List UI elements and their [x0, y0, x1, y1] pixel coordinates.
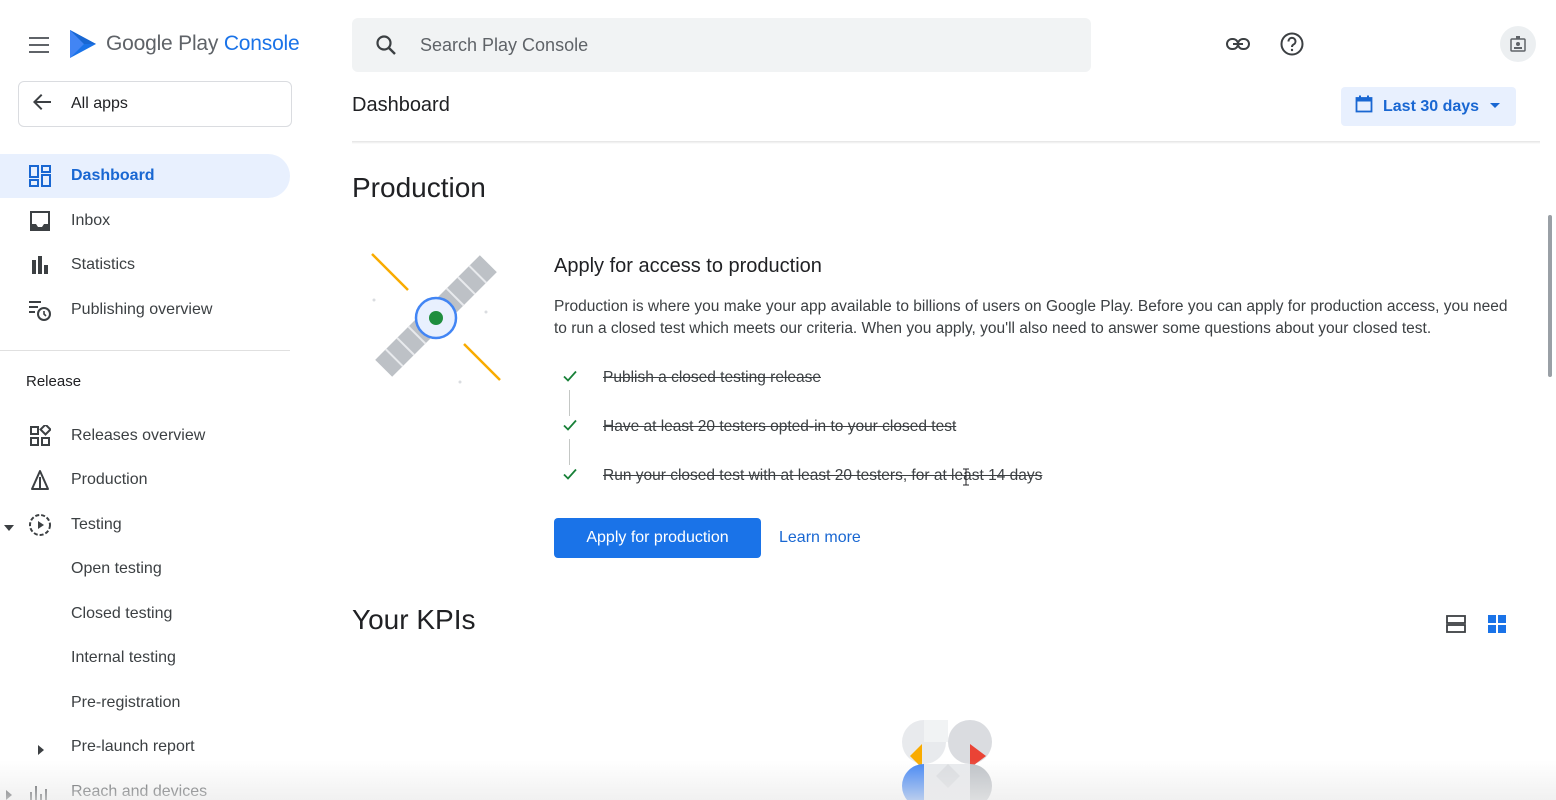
sidebar-item-label: Statistics	[71, 256, 136, 273]
search-bar[interactable]	[352, 18, 1091, 72]
apply-access-title: Apply for access to production	[554, 255, 822, 277]
sidebar-item-dashboard[interactable]: Dashboard	[0, 154, 290, 198]
arrow-back-icon	[31, 91, 53, 118]
apply-access-description: Production is where you make your app av…	[554, 298, 1508, 337]
sidebar-item-internal-testing[interactable]: Internal testing	[0, 636, 290, 680]
satellite-illustration	[371, 253, 501, 384]
sidebar-item-label: Publishing overview	[71, 301, 213, 318]
learn-more-link[interactable]: Learn more	[779, 529, 861, 547]
section-label-release: Release	[26, 373, 82, 390]
requirements-connector	[569, 390, 570, 416]
account-avatar[interactable]	[1500, 26, 1536, 62]
check-icon	[562, 417, 578, 438]
play-logo-icon	[70, 30, 96, 58]
play-console-logo[interactable]: Google Play Console	[68, 28, 300, 60]
check-icon	[562, 466, 578, 487]
sidebar-item-closed-testing[interactable]: Closed testing	[0, 592, 290, 636]
sidebar-item-label: Closed testing	[71, 605, 173, 622]
kpis-heading: Your KPIs	[352, 604, 476, 635]
requirement-item: Run your closed test with at least 20 te…	[562, 464, 1042, 488]
search-icon	[374, 33, 398, 62]
sidebar-item-label: Dashboard	[71, 167, 155, 184]
sidebar-item-inbox[interactable]: Inbox	[0, 199, 290, 243]
testing-icon	[28, 513, 52, 537]
sidebar-item-releases-overview[interactable]: Releases overview	[0, 414, 290, 458]
production-heading: Production	[352, 172, 486, 203]
help-icon[interactable]	[1278, 30, 1306, 58]
logo-text: Google Play Console	[106, 32, 300, 55]
date-range-label: Last 30 days	[1383, 97, 1480, 115]
inbox-icon	[28, 209, 52, 233]
list-view-icon[interactable]	[1445, 613, 1467, 635]
sidebar-item-testing[interactable]: Testing	[0, 503, 290, 547]
header-shadow	[352, 141, 1540, 144]
sidebar-item-label: Open testing	[71, 560, 162, 577]
bar-chart-icon	[28, 253, 52, 277]
sidebar-item-label: Internal testing	[71, 649, 176, 666]
date-range-button[interactable]: Last 30 days	[1341, 87, 1516, 126]
sidebar-item-label: Releases overview	[71, 427, 206, 444]
sidebar-item-pre-registration[interactable]: Pre-registration	[0, 681, 290, 725]
production-icon	[28, 468, 52, 492]
requirements-connector	[569, 439, 570, 465]
text-cursor-icon	[963, 468, 969, 486]
sidebar-item-reach-and-devices[interactable]: Reach and devices	[0, 770, 290, 800]
page-title: Dashboard	[352, 94, 450, 116]
all-apps-button[interactable]: All apps	[18, 81, 292, 127]
sidebar-divider	[0, 350, 290, 351]
dashboard-icon	[28, 164, 52, 188]
sidebar-item-label: Inbox	[71, 212, 111, 229]
sidebar-item-label: Testing	[71, 516, 122, 533]
sidebar-item-pre-launch-report[interactable]: Pre-launch report	[0, 725, 290, 769]
search-input[interactable]	[420, 30, 1020, 60]
dropdown-arrow-icon	[1489, 98, 1501, 116]
calendar-icon	[1355, 95, 1373, 118]
sidebar-item-open-testing[interactable]: Open testing	[0, 547, 290, 591]
kpi-loading-illustration	[902, 720, 992, 800]
apply-for-production-button[interactable]: Apply for production	[554, 518, 761, 558]
requirement-item: Publish a closed testing release	[562, 366, 821, 390]
requirement-label: Publish a closed testing release	[603, 369, 821, 386]
link-icon[interactable]	[1224, 30, 1252, 58]
grid-view-icon[interactable]	[1486, 613, 1508, 635]
expanded-caret-icon[interactable]	[4, 520, 14, 531]
hamburger-menu-icon[interactable]	[26, 33, 54, 57]
sidebar-item-statistics[interactable]: Statistics	[0, 243, 290, 287]
sidebar-item-production[interactable]: Production	[0, 458, 290, 502]
all-apps-label: All apps	[71, 95, 128, 112]
sidebar-item-label: Pre-registration	[71, 694, 181, 711]
account-badge-icon	[1510, 36, 1526, 52]
sidebar-item-label: Pre-launch report	[71, 738, 195, 755]
publishing-overview-icon	[28, 298, 52, 322]
requirement-item: Have at least 20 testers opted-in to you…	[562, 415, 956, 439]
requirement-label: Have at least 20 testers opted-in to you…	[603, 418, 957, 435]
collapsed-caret-icon[interactable]	[36, 742, 46, 755]
reach-devices-icon	[28, 780, 52, 800]
releases-overview-icon	[28, 424, 52, 448]
sidebar-item-label: Production	[71, 471, 148, 488]
requirement-label: Run your closed test with at least 20 te…	[603, 467, 1043, 484]
page-scrollbar[interactable]	[1548, 215, 1552, 377]
sidebar: Google Play Console All apps Dashboard I…	[0, 0, 300, 800]
sidebar-item-publishing-overview[interactable]: Publishing overview	[0, 288, 290, 332]
sidebar-item-label: Reach and devices	[71, 783, 208, 800]
collapsed-caret-icon[interactable]	[4, 787, 14, 800]
check-icon	[562, 368, 578, 389]
